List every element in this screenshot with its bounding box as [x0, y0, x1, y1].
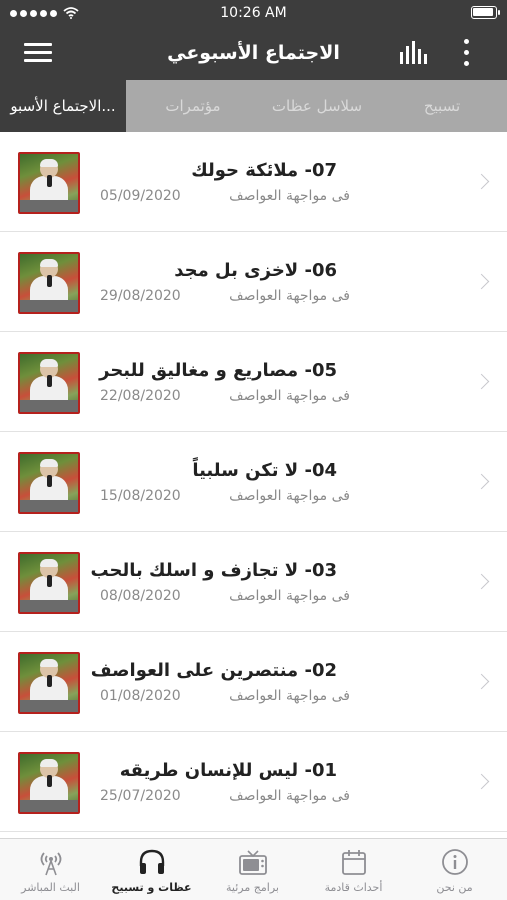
tab-video-programs[interactable]: برامج مرئية: [202, 839, 303, 900]
tab-weekly-meeting[interactable]: الاجتماع الأسبو...: [0, 80, 126, 132]
episode-title: 05- مصاريع و مغاليق للبحر: [99, 360, 337, 381]
list-item[interactable]: 07- ملائكة حولك 05/09/2020 فى مواجهة الع…: [0, 132, 507, 232]
episode-list: 07- ملائكة حولك 05/09/2020 فى مواجهة الع…: [0, 132, 507, 838]
list-item[interactable]: 04- لا تكن سلبياً 15/08/2020 فى مواجهة ا…: [0, 432, 507, 532]
wifi-icon: [63, 7, 79, 19]
episode-series: فى مواجهة العواصف: [229, 388, 350, 404]
episode-title: 06- لاخزى بل مجد: [174, 260, 337, 281]
episode-series: فى مواجهة العواصف: [229, 288, 350, 304]
list-item[interactable]: 01- ليس للإنسان طريقه 25/07/2020 فى مواج…: [0, 732, 507, 832]
tab-worship[interactable]: تسبيح: [384, 80, 500, 132]
list-item[interactable]: 02- منتصرين على العواصف 01/08/2020 فى مو…: [0, 632, 507, 732]
episode-series: فى مواجهة العواصف: [229, 188, 350, 204]
tab-sermons-worship[interactable]: عظات و تسبيح: [101, 839, 202, 900]
episode-meta: 08/08/2020 فى مواجهة العواصف: [100, 588, 350, 604]
now-playing-bars-icon[interactable]: [399, 40, 429, 66]
list-item[interactable]: 03- لا تجازف و اسلك بالحب 08/08/2020 فى …: [0, 532, 507, 632]
signal-strength-icon: [10, 9, 57, 17]
episode-thumbnail: [18, 252, 80, 314]
chevron-right-icon: [473, 173, 490, 190]
episode-date: 22/08/2020: [100, 388, 181, 404]
battery-icon: [471, 6, 500, 19]
episode-date: 01/08/2020: [100, 688, 181, 704]
category-tabs: الاجتماع الأسبو... مؤتمرات سلاسل عظات تس…: [0, 80, 507, 132]
episode-date: 29/08/2020: [100, 288, 181, 304]
tab-label: البث المباشر: [21, 881, 80, 894]
episode-series: فى مواجهة العواصف: [229, 688, 350, 704]
tab-sermon-series[interactable]: سلاسل عظات: [258, 80, 376, 132]
chevron-right-icon: [473, 573, 490, 590]
chevron-right-icon: [473, 473, 490, 490]
list-item[interactable]: 05- مصاريع و مغاليق للبحر 22/08/2020 فى …: [0, 332, 507, 432]
tab-upcoming-events[interactable]: أحداث قادمة: [303, 839, 404, 900]
tab-label: من نحن: [436, 881, 473, 894]
broadcast-icon: [40, 852, 62, 876]
tab-about-us[interactable]: من نحن: [404, 839, 505, 900]
list-item[interactable]: 06- لاخزى بل مجد 29/08/2020 فى مواجهة ال…: [0, 232, 507, 332]
page-title: الاجتماع الأسبوعي: [167, 42, 340, 64]
episode-meta: 01/08/2020 فى مواجهة العواصف: [100, 688, 350, 704]
signal-wifi: [10, 0, 79, 26]
episode-series: فى مواجهة العواصف: [229, 788, 350, 804]
episode-meta: 05/09/2020 فى مواجهة العواصف: [100, 188, 350, 204]
episode-thumbnail: [18, 152, 80, 214]
episode-title: 01- ليس للإنسان طريقه: [119, 760, 337, 781]
chevron-right-icon: [473, 673, 490, 690]
episode-thumbnail: [18, 652, 80, 714]
episode-meta: 22/08/2020 فى مواجهة العواصف: [100, 388, 350, 404]
episode-series: فى مواجهة العواصف: [229, 488, 350, 504]
tab-label: عظات و تسبيح: [111, 881, 192, 894]
bottom-tab-bar: البث المباشر عظات و تسبيح برامج مرئية أح…: [0, 838, 507, 900]
status-bar: 10:26 AM: [0, 0, 507, 26]
episode-meta: 29/08/2020 فى مواجهة العواصف: [100, 288, 350, 304]
episode-thumbnail: [18, 752, 80, 814]
episode-thumbnail: [18, 552, 80, 614]
episode-date: 08/08/2020: [100, 588, 181, 604]
episode-title: 07- ملائكة حولك: [191, 160, 337, 181]
episode-meta: 25/07/2020 فى مواجهة العواصف: [100, 788, 350, 804]
chevron-right-icon: [473, 773, 490, 790]
tab-label: أحداث قادمة: [324, 881, 383, 894]
more-options-icon[interactable]: [462, 39, 472, 67]
chevron-right-icon: [473, 273, 490, 290]
calendar-icon: [342, 850, 366, 875]
episode-thumbnail: [18, 352, 80, 414]
tab-live-broadcast[interactable]: البث المباشر: [0, 839, 101, 900]
episode-title: 04- لا تكن سلبياً: [192, 460, 337, 481]
episode-date: 05/09/2020: [100, 188, 181, 204]
tv-icon: [239, 850, 267, 875]
tab-conferences[interactable]: مؤتمرات: [143, 80, 243, 132]
tab-label: برامج مرئية: [226, 881, 279, 894]
episode-thumbnail: [18, 452, 80, 514]
episode-meta: 15/08/2020 فى مواجهة العواصف: [100, 488, 350, 504]
headphones-icon: [139, 849, 165, 874]
navbar: الاجتماع الأسبوعي: [0, 26, 507, 80]
status-time: 10:26 AM: [220, 5, 287, 21]
episode-date: 15/08/2020: [100, 488, 181, 504]
episode-date: 25/07/2020: [100, 788, 181, 804]
chevron-right-icon: [473, 373, 490, 390]
info-icon: [442, 849, 468, 875]
episode-title: 03- لا تجازف و اسلك بالحب: [90, 560, 337, 581]
episode-series: فى مواجهة العواصف: [229, 588, 350, 604]
episode-title: 02- منتصرين على العواصف: [90, 660, 337, 681]
